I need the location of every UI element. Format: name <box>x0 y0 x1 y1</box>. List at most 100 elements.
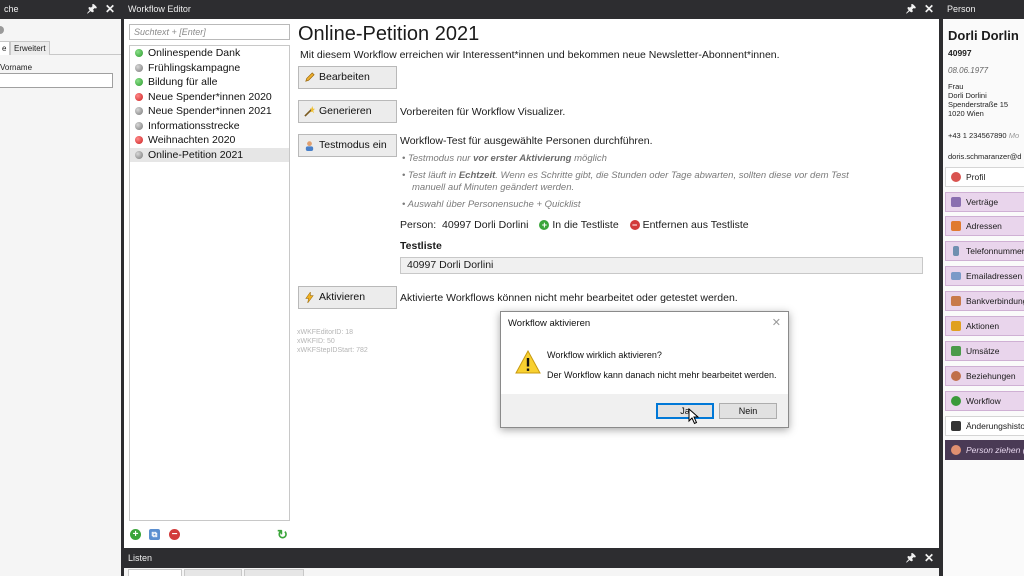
activate-dialog: Workflow aktivieren ✕ Workflow wirklich … <box>500 311 789 428</box>
firstname-label: Vorname <box>0 63 33 72</box>
nav-phones[interactable]: Telefonnummern <box>945 241 1024 261</box>
list-item[interactable]: Onlinespende Dank <box>130 46 289 61</box>
nav-label: Emailadressen <box>966 271 1023 281</box>
list-item-label: Frühlingskampagne <box>148 61 241 74</box>
list-item[interactable]: Weihnachten 2020 <box>130 133 289 148</box>
person-street: Spenderstraße 15 <box>948 100 1009 109</box>
testmode-text: Workflow-Test für ausgewählte Personen d… <box>400 135 653 147</box>
list-item[interactable]: Frühlingskampagne <box>130 61 289 76</box>
close-icon[interactable]: ✕ <box>102 0 118 19</box>
list-item[interactable]: Informationsstrecke <box>130 119 289 134</box>
person-birthdate: 08.06.1977 <box>948 66 989 75</box>
status-icon <box>135 107 143 115</box>
generate-button[interactable]: Generieren <box>298 100 397 123</box>
pin-icon[interactable]: 🖈︎ <box>903 0 919 19</box>
status-icon <box>135 63 143 72</box>
nav-profile[interactable]: Profil <box>945 167 1024 187</box>
lists-title: Listen <box>128 553 153 563</box>
nav-contracts[interactable]: Verträge <box>945 192 1024 212</box>
user-test-icon <box>305 141 314 151</box>
nav-label: Bankverbindung <box>966 296 1024 306</box>
nav-emails[interactable]: Emailadressen <box>945 266 1024 286</box>
person-phone-number: +43 1 234567890 <box>948 131 1007 140</box>
nav-history[interactable]: Änderungshistorie <box>945 416 1024 436</box>
nav-label: Umsätze <box>966 346 1000 356</box>
bullet-note-3: • Auswahl über Personensuche + Quicklist <box>402 199 581 210</box>
list-item-label: Online-Petition 2021 <box>148 148 244 161</box>
testmode-button[interactable]: Testmodus ein <box>298 134 397 157</box>
meta-step-id: xWKFStepIDStart: 782 <box>297 347 368 354</box>
testlist-entry[interactable]: 40997 Dorli Dorlini <box>400 257 923 274</box>
tab-simple[interactable]: e <box>0 41 11 55</box>
meta-wkf-id: xWKFID: 50 <box>297 338 335 345</box>
profile-icon <box>951 172 961 182</box>
tab-quicklist[interactable] <box>128 569 182 576</box>
dialog-footer: Ja Nein <box>501 394 788 427</box>
activate-button[interactable]: Aktivieren <box>298 286 397 309</box>
tab-list-2[interactable] <box>184 569 242 576</box>
add-to-testlist-link[interactable]: In die Testliste <box>552 219 618 231</box>
pencil-icon <box>305 72 315 82</box>
mouse-cursor-icon <box>688 408 700 425</box>
close-icon[interactable]: ✕ <box>921 0 937 19</box>
status-icon <box>135 136 143 144</box>
close-icon[interactable]: ✕ <box>772 316 781 329</box>
list-item-label: Neue Spender*innen 2020 <box>148 90 272 103</box>
delete-icon[interactable]: − <box>169 529 180 540</box>
nav-label: Adressen <box>966 221 1002 231</box>
pin-icon[interactable]: 🖈︎ <box>84 0 100 19</box>
search-panel-title: che <box>4 4 19 14</box>
edit-button[interactable]: Bearbeiten <box>298 66 397 89</box>
nav-label: Person ziehen ( <box>966 445 1024 455</box>
remove-icon[interactable]: − <box>629 220 640 231</box>
generate-button-label: Generieren <box>319 105 372 117</box>
pin-icon[interactable]: 🖈︎ <box>903 549 919 568</box>
tab-list-3[interactable] <box>244 569 304 576</box>
firstname-input[interactable] <box>0 73 113 88</box>
person-panel: Person Dorli Dorlin 40997 08.06.1977 Fra… <box>943 0 1024 576</box>
activate-button-label: Aktivieren <box>319 291 366 303</box>
nav-actions[interactable]: Aktionen <box>945 316 1024 336</box>
list-item-label: Weihnachten 2020 <box>148 134 236 146</box>
testmode-button-label: Testmodus ein <box>319 139 387 151</box>
workflow-search-input[interactable]: Suchtext + [Enter] <box>129 24 290 40</box>
money-icon <box>951 346 961 356</box>
activate-text: Aktivierte Workflows können nicht mehr b… <box>400 292 738 304</box>
mail-icon <box>951 272 961 280</box>
nav-revenue[interactable]: Umsätze <box>945 341 1024 361</box>
nav-drag-person[interactable]: Person ziehen ( <box>945 440 1024 460</box>
person-salutation: Frau <box>948 82 964 91</box>
list-item-label: Informationsstrecke <box>148 119 240 132</box>
nav-label: Workflow <box>966 396 1001 406</box>
add-icon[interactable]: + <box>539 220 550 231</box>
list-item[interactable]: Neue Spender*innen 2021 <box>130 104 289 119</box>
person-phone: +43 1 234567890 Mo <box>948 131 1019 140</box>
close-icon[interactable]: ✕ <box>921 549 937 568</box>
no-button[interactable]: Nein <box>719 403 777 419</box>
lists-tabs <box>128 569 939 576</box>
nav-bank[interactable]: Bankverbindung <box>945 291 1024 311</box>
testlist-heading: Testliste <box>400 240 442 252</box>
yes-button[interactable]: Ja <box>656 403 714 419</box>
status-icon <box>135 150 143 159</box>
copy-icon[interactable]: ⧉ <box>149 529 160 540</box>
person-panel-title: Person <box>947 4 976 14</box>
refresh-icon[interactable]: ↻ <box>277 528 288 541</box>
nav-relations[interactable]: Beziehungen <box>945 366 1024 386</box>
meta-editor-id: xWKFEditorID: 18 <box>297 329 354 336</box>
nav-workflow[interactable]: Workflow <box>945 391 1024 411</box>
list-item[interactable]: Neue Spender*innen 2020 <box>130 90 289 105</box>
person-value: 40997 Dorli Dorlini <box>442 219 529 232</box>
nav-addresses[interactable]: Adressen <box>945 216 1024 236</box>
person-fullname: Dorli Dorlini <box>948 91 987 100</box>
list-item-selected[interactable]: Online-Petition 2021 <box>130 147 289 162</box>
add-icon[interactable]: + <box>130 529 141 540</box>
editor-title: Workflow Editor <box>128 4 191 14</box>
remove-from-testlist-link[interactable]: Entfernen aus Testliste <box>643 219 749 231</box>
list-item[interactable]: Bildung für alle <box>130 75 289 90</box>
tab-advanced[interactable]: Erweitert <box>10 41 50 55</box>
bullet-note-2-cont: manuell auf Minuten geändert werden. <box>412 182 575 193</box>
bullet-note-1: • Testmodus nur vor erster Aktivierung m… <box>402 153 607 164</box>
generate-text: Vorbereiten für Workflow Visualizer. <box>400 106 566 118</box>
list-item-label: Neue Spender*innen 2021 <box>148 105 272 117</box>
